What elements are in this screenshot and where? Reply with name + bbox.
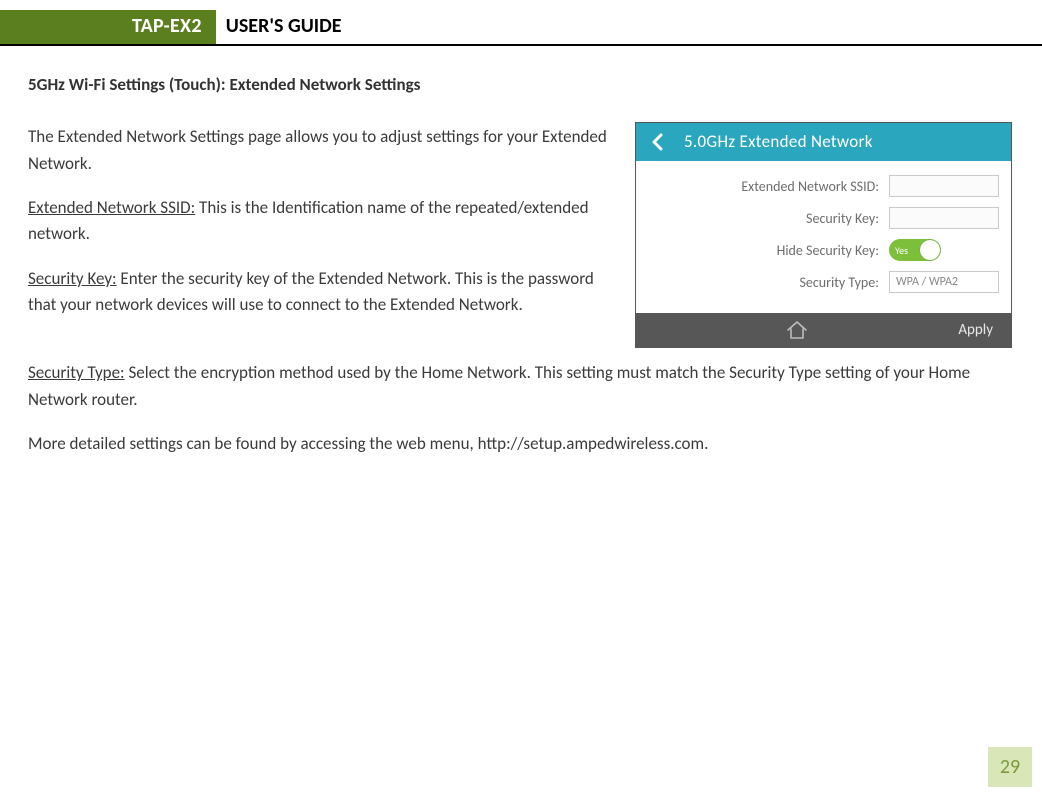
phone-screenshot: 5.0GHz Extended Network Extended Network…: [635, 122, 1012, 348]
toggle-knob: [920, 240, 940, 260]
input-ssid[interactable]: [889, 175, 999, 197]
phone-screen-title: 5.0GHz Extended Network: [680, 129, 1011, 155]
chevron-left-icon: [651, 133, 665, 151]
toggle-hide-key[interactable]: Yes: [889, 239, 941, 261]
section-heading: 5GHz Wi-Fi Settings (Touch): Extended Ne…: [28, 72, 1014, 98]
label-security-key: Security Key:: [806, 208, 879, 230]
toggle-state-text: Yes: [895, 243, 908, 259]
label-ssid: Extended Network SSID:: [741, 176, 879, 198]
doc-title: USER'S GUIDE: [216, 10, 1042, 44]
header-accent: [0, 10, 12, 44]
doc-header: TAP-EX2 USER'S GUIDE: [0, 10, 1042, 46]
para-type: Security Type: Select the encryption met…: [28, 360, 1014, 413]
term-key: Security Key:: [28, 268, 117, 289]
phone-header: 5.0GHz Extended Network: [636, 123, 1011, 161]
home-button[interactable]: [636, 320, 958, 340]
select-security-type[interactable]: WPA / WPA2: [889, 271, 999, 293]
phone-footer: Apply: [636, 313, 1011, 347]
page-number: 29: [988, 747, 1032, 787]
label-hide-key: Hide Security Key:: [777, 240, 879, 262]
product-badge: TAP-EX2: [12, 10, 216, 44]
label-security-type: Security Type:: [799, 272, 879, 294]
term-type-rest: Select the encryption method used by the…: [28, 362, 970, 409]
term-ssid: Extended Network SSID:: [28, 197, 195, 218]
phone-form: Extended Network SSID: Security Key: Hid…: [636, 161, 1011, 313]
term-type: Security Type:: [28, 362, 125, 383]
input-security-key[interactable]: [889, 207, 999, 229]
apply-button[interactable]: Apply: [958, 319, 1011, 342]
para-more: More detailed settings can be found by a…: [28, 431, 1014, 457]
home-icon: [786, 320, 808, 340]
page-content: 5GHz Wi-Fi Settings (Touch): Extended Ne…: [0, 46, 1042, 457]
back-button[interactable]: [636, 133, 680, 151]
